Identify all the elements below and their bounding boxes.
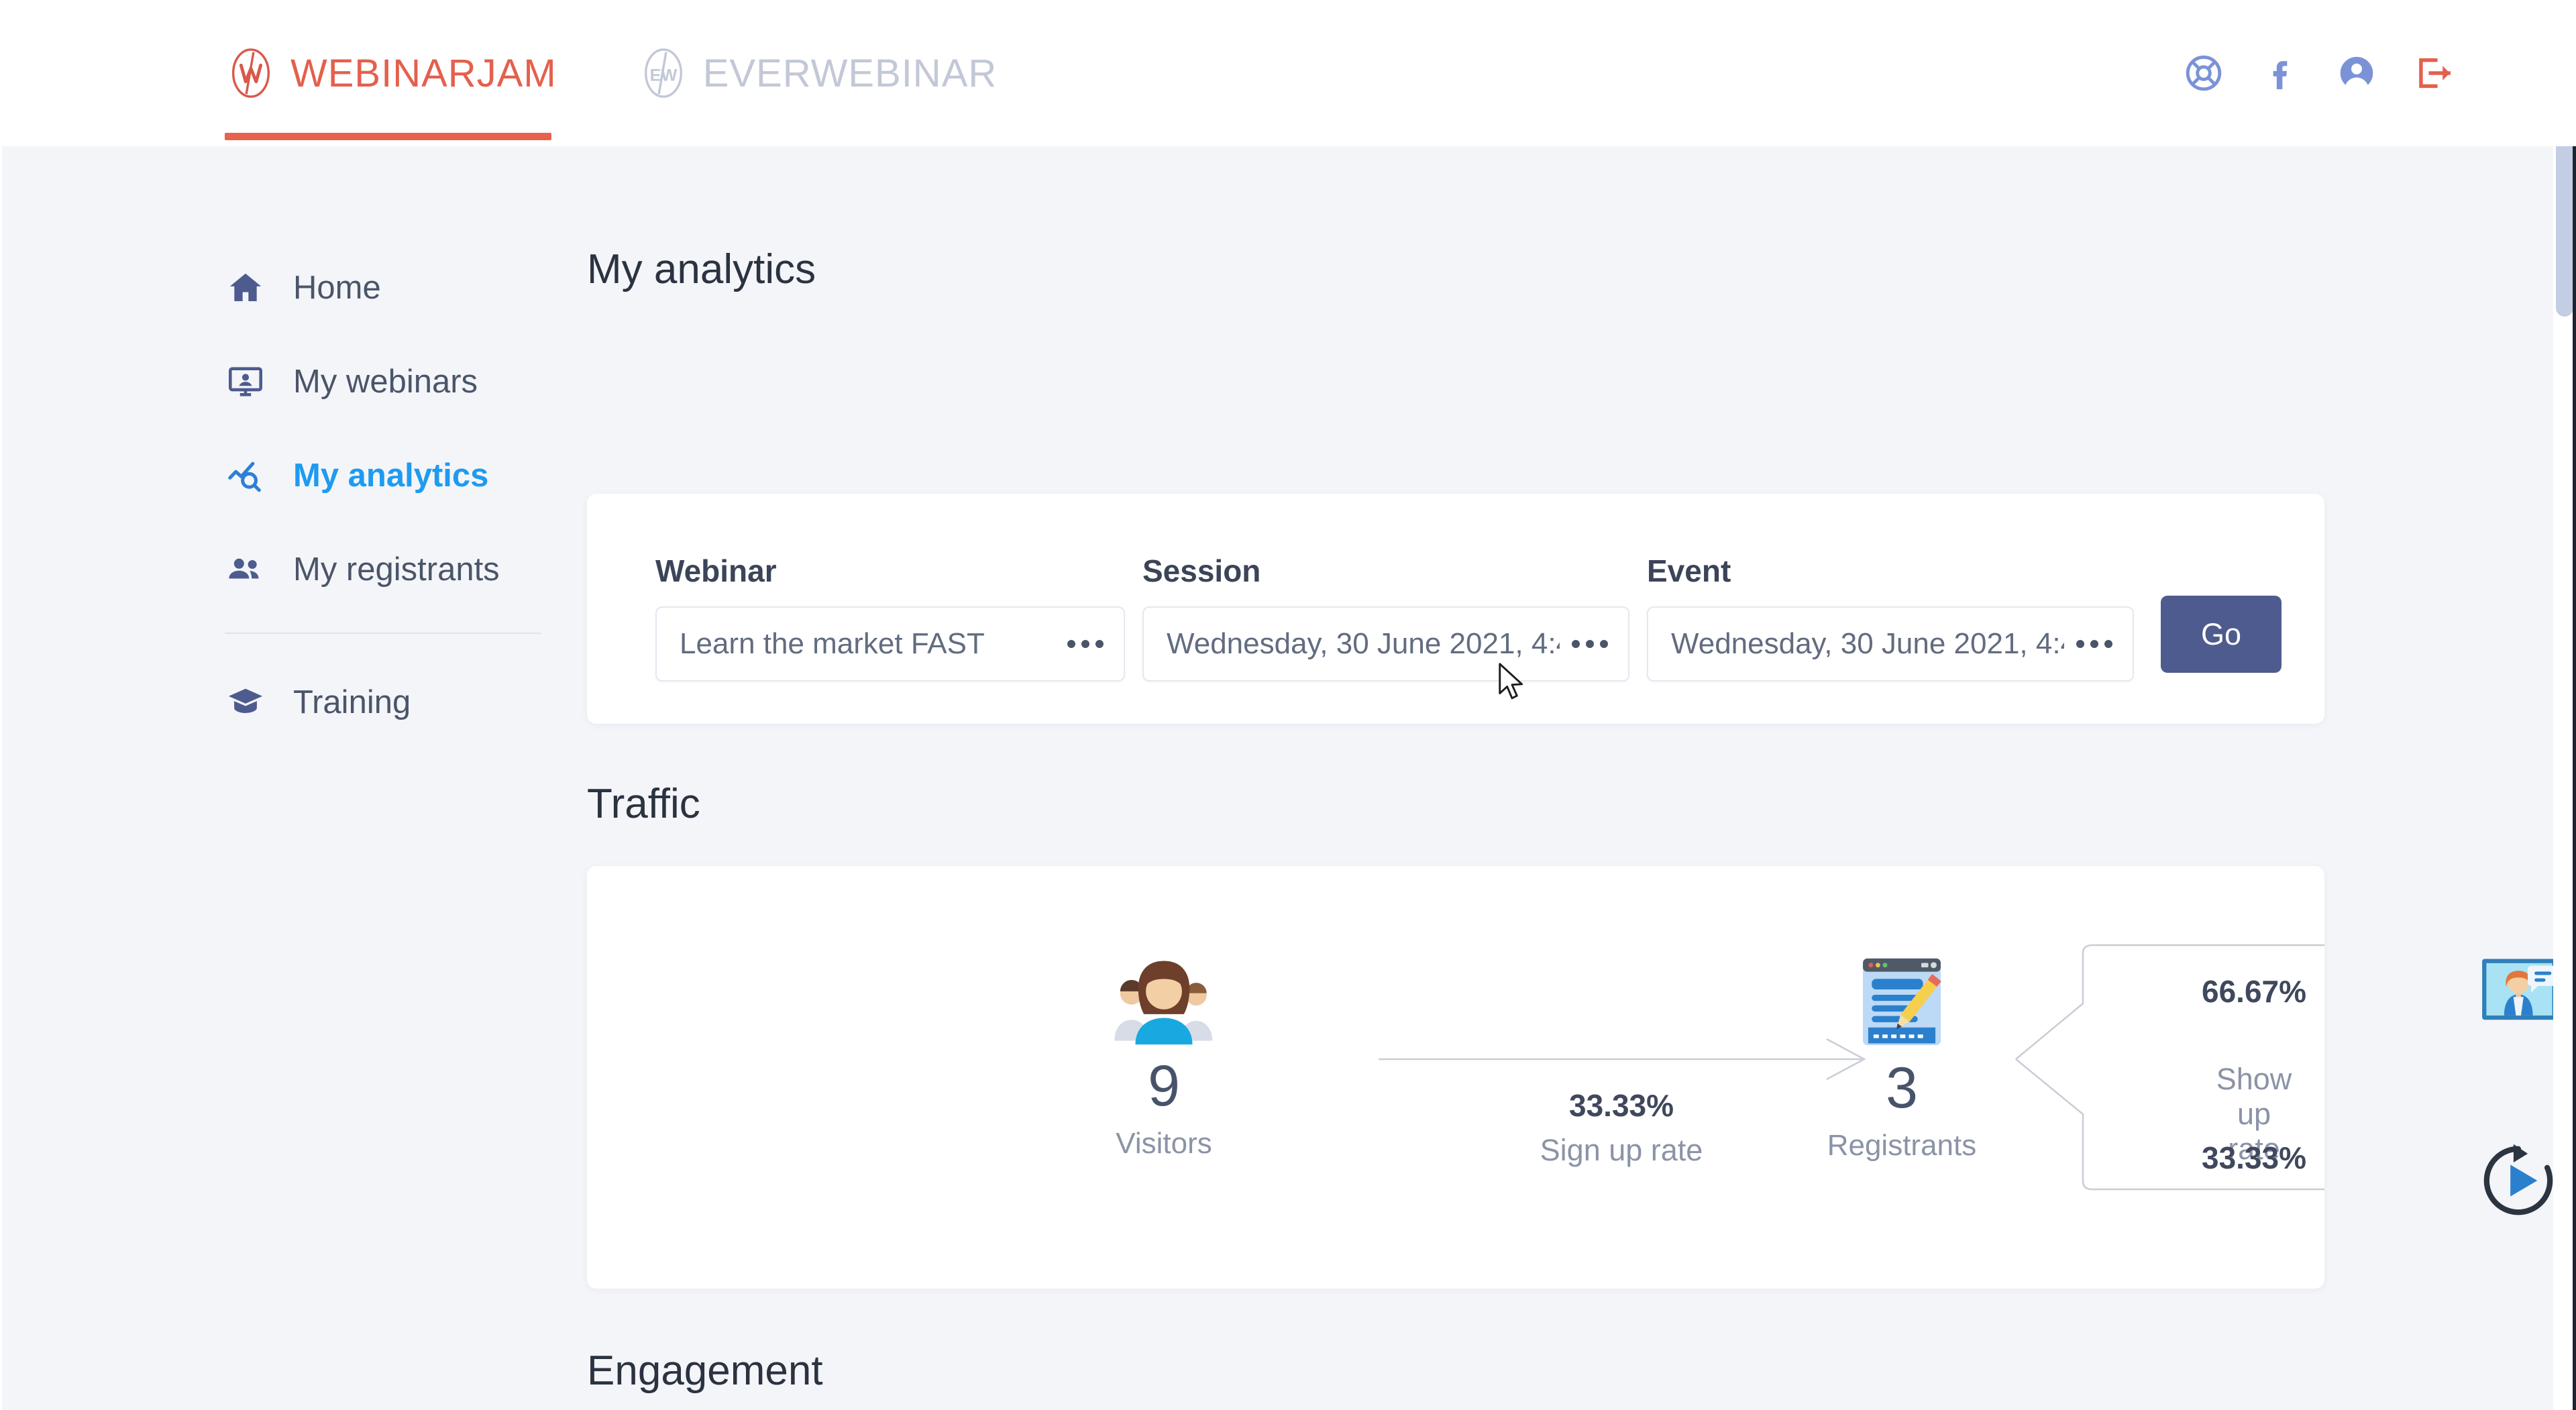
registrants-caption: Registrants [1827,1129,1977,1162]
session-select[interactable]: Wednesday, 30 June 2021, 4:45 PM [1142,606,1629,682]
app-header: WEBINARJAM EW EVERWEBINAR [0,0,2576,146]
window-border-left [0,0,2,1410]
sidebar-nav: Home My webinars My analytics My registr… [225,257,547,765]
webinar-select[interactable]: Learn the market FAST [655,606,1125,682]
showup-rate-live: 66.67% [2202,973,2306,1010]
traffic-section-title: Traffic [587,781,700,827]
sidebar-item-training[interactable]: Training [225,671,547,733]
event-select[interactable]: Wednesday, 30 June 2021, 4:45 PM [1647,606,2134,682]
live-presenter-illustration [2479,954,2563,1029]
sidebar-item-my-analytics[interactable]: My analytics [225,445,547,506]
analytics-filter-card: Webinar Learn the market FAST Session We… [587,494,2324,724]
sidebar-item-home[interactable]: Home [225,257,547,319]
user-account-icon[interactable] [2336,52,2377,94]
brand-tab-everwebinar[interactable]: EW EVERWEBINAR [637,0,998,146]
graduation-cap-icon [225,682,266,723]
signup-rate: 33.33% Sign up rate [1540,1087,1703,1168]
people-group-illustration [1057,953,1271,1052]
home-icon [225,267,266,309]
event-select-value: Wednesday, 30 June 2021, 4:45 PM [1671,627,2064,660]
filter-group-webinar: Webinar Learn the market FAST [655,553,1125,682]
funnel-node-registrants: 3 Registrants [1788,953,2016,1162]
traffic-funnel: 9 Visitors 33.33% Sign up rate 3 Registr… [587,866,2557,1289]
replay-play-icon [2479,1141,2558,1224]
page-title: My analytics [587,246,816,292]
webinarjam-logo-icon [225,47,277,99]
sidebar-divider [225,633,541,634]
filter-label-event: Event [1647,553,1731,588]
analytics-chart-icon [225,455,266,496]
signup-rate-value: 33.33% [1568,1088,1674,1123]
sidebar-label-my-analytics: My analytics [293,457,489,494]
brand-label-everwebinar: EVERWEBINAR [702,51,998,95]
sidebar-item-my-webinars[interactable]: My webinars [225,351,547,413]
people-group-icon [225,549,266,590]
sidebar-item-my-registrants[interactable]: My registrants [225,539,547,600]
filter-group-session: Session Wednesday, 30 June 2021, 4:45 PM [1142,553,1629,682]
ellipsis-icon [1067,640,1104,648]
brand-label-webinarjam: WEBINARJAM [290,51,557,95]
support-lifebuoy-icon[interactable] [2183,52,2224,94]
filter-group-event: Event Wednesday, 30 June 2021, 4:45 PM [1647,553,2134,682]
registrants-value: 3 [1886,1056,1918,1120]
sidebar-label-my-webinars: My webinars [293,364,478,400]
traffic-funnel-card: 9 Visitors 33.33% Sign up rate 3 Registr… [587,866,2557,1289]
go-button[interactable]: Go [2161,596,2282,673]
webinar-screen-icon [225,361,266,402]
funnel-connectors [1379,944,2324,1191]
sidebar-label-training: Training [293,684,411,720]
signup-rate-label: Sign up rate [1540,1133,1703,1167]
analytics-page: WEBINARJAM EW EVERWEBINAR Home My webina… [0,0,2576,1410]
active-tab-underline [225,133,551,140]
ellipsis-icon [1572,640,1608,648]
logout-icon[interactable] [2412,52,2454,94]
facebook-icon[interactable] [2259,52,2301,94]
sidebar-label-my-registrants: My registrants [293,551,500,588]
showup-rate-live-value: 66.67% [2201,974,2307,1009]
main-content: My analytics Webinar Learn the market FA… [587,146,2557,1394]
filter-row: Webinar Learn the market FAST Session We… [587,494,2324,724]
registration-form-illustration [1788,953,2016,1054]
visitors-caption: Visitors [1116,1127,1212,1160]
showup-rate-replay-value: 33.33% [2201,1140,2307,1175]
page-body: Home My webinars My analytics My registr… [0,146,2576,1410]
brand-tab-webinarjam[interactable]: WEBINARJAM [225,0,557,146]
window-border-right [2573,0,2576,1410]
session-select-value: Wednesday, 30 June 2021, 4:45 PM [1167,627,1560,660]
everwebinar-logo-icon: EW [637,47,690,99]
sidebar-label-home: Home [293,270,381,306]
ellipsis-icon [2076,640,2112,648]
funnel-node-visitors: 9 Visitors [1057,953,1271,1160]
visitors-value: 9 [1148,1054,1180,1118]
header-icon-group [2183,0,2454,146]
engagement-section-title: Engagement [587,1348,823,1394]
filter-label-session: Session [1142,553,1261,588]
showup-rate-replay: 33.33% [2202,1140,2306,1176]
brand-tabs: WEBINARJAM EW EVERWEBINAR [225,0,997,146]
webinar-select-value: Learn the market FAST [680,627,985,660]
filter-label-webinar: Webinar [655,553,777,588]
